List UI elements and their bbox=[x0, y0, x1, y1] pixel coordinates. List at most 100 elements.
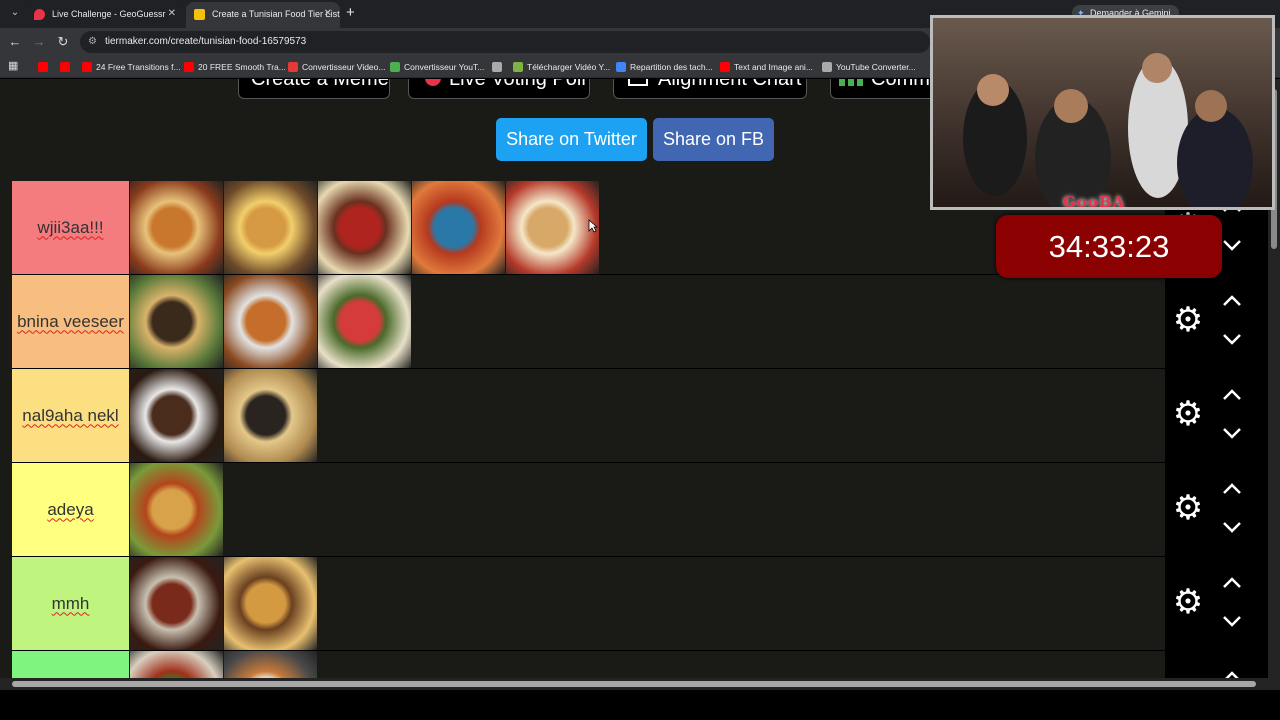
chevron-down-icon[interactable] bbox=[1219, 517, 1245, 537]
tab-geoguessr[interactable]: Live Challenge - GeoGuessr ✕ bbox=[26, 2, 184, 28]
chevron-up-icon[interactable] bbox=[1219, 479, 1245, 499]
tab-tiermaker[interactable]: Create a Tunisian Food Tier List ✕ bbox=[186, 2, 340, 28]
chevron-down-icon[interactable] bbox=[1219, 611, 1245, 631]
bookmark-item[interactable]: 24 Free Transitions f... bbox=[82, 60, 181, 74]
back-arrow-icon[interactable]: ← bbox=[7, 34, 23, 50]
bookmark-item[interactable]: Convertisseur YouT... bbox=[390, 60, 484, 74]
tier-label[interactable]: mmh bbox=[12, 557, 129, 650]
chevron-up-icon[interactable] bbox=[1219, 667, 1245, 678]
bookmark-favicon-icon bbox=[616, 62, 626, 72]
food-image bbox=[224, 275, 317, 368]
close-icon[interactable]: ✕ bbox=[168, 2, 176, 26]
tier-items bbox=[130, 275, 412, 368]
tier-items bbox=[130, 651, 318, 678]
gear-icon[interactable]: ⚙ bbox=[1171, 491, 1205, 525]
tier-label[interactable] bbox=[12, 651, 129, 678]
apps-grid-icon[interactable]: ▦ bbox=[8, 60, 20, 72]
location-pin-icon bbox=[34, 9, 45, 20]
tab-title: Live Challenge - GeoGuessr bbox=[52, 9, 166, 19]
tier-label-text: adeya bbox=[47, 499, 94, 519]
food-image bbox=[318, 181, 411, 274]
tier-item-couscous[interactable] bbox=[130, 463, 223, 556]
bookmark-favicon-icon bbox=[822, 62, 832, 72]
horizontal-scrollbar[interactable] bbox=[0, 678, 1280, 690]
tab-search-chevron-icon[interactable]: ⌄ bbox=[8, 6, 22, 20]
share-twitter-button[interactable]: Share on Twitter bbox=[496, 118, 647, 161]
url-text: tiermaker.com/create/tunisian-food-16579… bbox=[105, 36, 307, 47]
share-fb-button[interactable]: Share on FB bbox=[653, 118, 774, 161]
site-info-icon[interactable]: ⚙ bbox=[88, 36, 100, 48]
tier-label[interactable]: wjii3aa!!! bbox=[12, 181, 129, 274]
tier-item-pizza[interactable] bbox=[130, 181, 223, 274]
stream-timer: 34:33:23 bbox=[996, 215, 1222, 278]
live-voting-poll-button[interactable]: Live Voting Poll bbox=[408, 79, 590, 99]
tier-item-mlawi-flatbread[interactable] bbox=[224, 369, 317, 462]
bookmark-item[interactable] bbox=[492, 60, 506, 74]
alignment-chart-button[interactable]: Alignment Chart bbox=[613, 79, 807, 99]
tier-row: mmh ⚙ bbox=[12, 557, 1268, 651]
button-label: Live Voting Poll bbox=[449, 79, 586, 90]
bookmark-favicon-icon bbox=[513, 62, 523, 72]
food-image bbox=[130, 181, 223, 274]
tier-label-text: mmh bbox=[51, 593, 90, 613]
bookmark-item[interactable]: 20 FREE Smooth Tra... bbox=[184, 60, 286, 74]
bookmark-label: Télécharger Vidéo Y... bbox=[527, 62, 611, 72]
chevron-up-icon[interactable] bbox=[1219, 291, 1245, 311]
tier-item-chorba-soup[interactable] bbox=[224, 275, 317, 368]
bookmark-favicon-icon bbox=[82, 62, 92, 72]
tier-items bbox=[130, 463, 224, 556]
tier-item-grilled-meat-with-vegetables[interactable] bbox=[318, 275, 411, 368]
address-bar[interactable]: ⚙ tiermaker.com/create/tunisian-food-165… bbox=[80, 31, 930, 53]
chevron-up-icon[interactable] bbox=[1219, 573, 1245, 593]
tier-item-spaghetti-with-sauce[interactable] bbox=[412, 181, 505, 274]
bookmark-favicon-icon bbox=[184, 62, 194, 72]
tier-label-text: bnina veeseer bbox=[17, 311, 124, 331]
chevron-down-icon[interactable] bbox=[1219, 329, 1245, 349]
food-image bbox=[130, 557, 223, 650]
gear-icon[interactable]: ⚙ bbox=[1171, 585, 1205, 619]
bookmark-item[interactable] bbox=[60, 60, 74, 74]
tier-item-grilled-sandwiches-with-fries[interactable] bbox=[224, 181, 317, 274]
forward-arrow-icon[interactable]: → bbox=[31, 34, 47, 50]
gear-icon[interactable]: ⚙ bbox=[1171, 397, 1205, 431]
chevron-down-icon[interactable] bbox=[1219, 423, 1245, 443]
bookmark-label: Repartition des tach... bbox=[630, 62, 713, 72]
bar-chart-icon bbox=[839, 79, 865, 86]
tier-item-soup-bowl[interactable] bbox=[224, 651, 317, 678]
tier-row: bnina veeseer ⚙ bbox=[12, 275, 1268, 369]
button-label: Comm bbox=[871, 79, 930, 90]
tier-label[interactable]: bnina veeseer bbox=[12, 275, 129, 368]
chevron-up-icon[interactable] bbox=[1219, 385, 1245, 405]
close-icon[interactable]: ✕ bbox=[324, 2, 332, 26]
tier-label[interactable]: nal9aha nekl bbox=[12, 369, 129, 462]
tier-item-stuffed-vegetables[interactable] bbox=[130, 651, 223, 678]
community-button[interactable]: Comm bbox=[830, 79, 940, 99]
bookmark-item[interactable] bbox=[38, 60, 52, 74]
chevron-down-icon[interactable] bbox=[1219, 235, 1245, 255]
tier-item-couscous-with-meat[interactable] bbox=[224, 557, 317, 650]
create-meme-button[interactable]: Create a Meme bbox=[238, 79, 390, 99]
bookmark-item[interactable]: Repartition des tach... bbox=[616, 60, 713, 74]
bookmark-item[interactable]: Convertisseur Video... bbox=[288, 60, 385, 74]
new-tab-plus-icon[interactable]: + bbox=[346, 5, 355, 21]
streamers-silhouette bbox=[963, 53, 1253, 207]
tier-controls: ⚙ bbox=[1165, 275, 1268, 369]
bookmark-favicon-icon bbox=[720, 62, 730, 72]
poll-icon bbox=[425, 79, 441, 86]
bookmark-label: Text and Image ani... bbox=[734, 62, 813, 72]
bookmark-item[interactable]: Text and Image ani... bbox=[720, 60, 813, 74]
tier-label-text: nal9aha nekl bbox=[22, 405, 119, 425]
food-image bbox=[130, 369, 223, 462]
tier-item-meat-kebabs[interactable] bbox=[130, 369, 223, 462]
horizontal-scroll-thumb[interactable] bbox=[12, 681, 1256, 687]
bookmark-item[interactable]: Télécharger Vidéo Y... bbox=[513, 60, 610, 74]
tier-item-ojja-stew-bowl[interactable] bbox=[318, 181, 411, 274]
tier-item-pan-pasta[interactable] bbox=[130, 275, 223, 368]
gear-icon[interactable]: ⚙ bbox=[1171, 303, 1205, 337]
tier-item-meat-stew[interactable] bbox=[130, 557, 223, 650]
reload-icon[interactable]: ↻ bbox=[55, 34, 71, 50]
tier-items bbox=[130, 557, 318, 650]
bookmark-item[interactable]: YouTube Converter... bbox=[822, 60, 916, 74]
tier-label[interactable]: adeya bbox=[12, 463, 129, 556]
tier-item-crepe-wrap-with-fries[interactable] bbox=[506, 181, 599, 274]
